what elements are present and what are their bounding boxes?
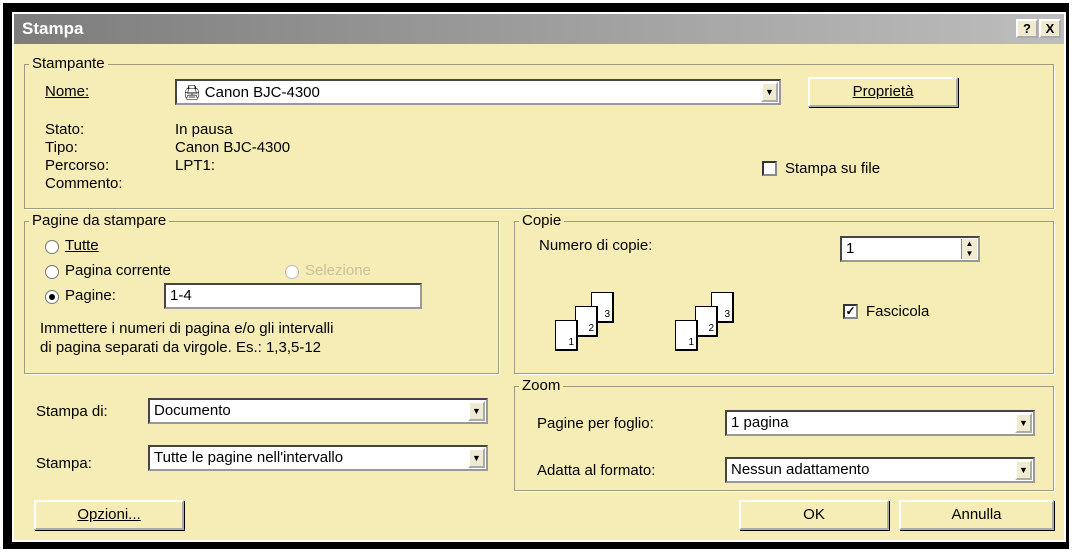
print-dialog: Stampa ? X Stampante Nome: 🖨 Canon BJC-43… xyxy=(12,12,1066,542)
all-pages-label: Tutte xyxy=(65,237,99,254)
options-button[interactable]: Opzioni... xyxy=(34,500,184,530)
chevron-down-icon[interactable]: ▼ xyxy=(1015,460,1032,480)
spinner-arrows-icon[interactable]: ▲ ▼ xyxy=(961,239,977,259)
collate-page-icon: 1 xyxy=(555,320,578,351)
title-bar: Stampa ? X xyxy=(14,14,1064,44)
type-value: Canon BJC-4300 xyxy=(175,139,291,156)
help-button[interactable]: ? xyxy=(1016,19,1038,38)
options-button-label: Opzioni... xyxy=(77,506,141,523)
close-button[interactable]: X xyxy=(1039,19,1061,38)
pages-per-sheet-select[interactable]: 1 pagina ▼ xyxy=(725,410,1035,436)
printer-group-title: Stampante xyxy=(29,55,108,72)
copies-count-input[interactable]: 1 ▲ ▼ xyxy=(840,236,980,262)
chevron-down-icon[interactable]: ▼ xyxy=(1015,413,1032,433)
pages-input[interactable]: 1-4 xyxy=(164,283,422,309)
path-label: Percorso: xyxy=(45,157,110,174)
print-what-select[interactable]: Documento ▼ xyxy=(148,398,488,424)
collate-page-icon: 2 xyxy=(695,306,718,337)
selection-label: Selezione xyxy=(305,262,371,279)
page-range-group-title: Pagine da stampare xyxy=(29,212,170,229)
collate-page-icon: 2 xyxy=(575,306,598,337)
pages-label: Pagine: xyxy=(65,287,116,304)
chevron-down-icon[interactable]: ▼ xyxy=(468,401,485,421)
print-to-file-checkbox[interactable] xyxy=(762,161,777,176)
path-value: LPT1: xyxy=(175,157,216,174)
properties-button-label: Proprietà xyxy=(852,83,914,100)
printer-name-label: Nome: xyxy=(45,83,90,100)
copies-group-title: Copie xyxy=(519,212,565,229)
print-what-label: Stampa di: xyxy=(36,403,108,420)
radio-pages[interactable] xyxy=(45,290,59,304)
collate-label: Fascicola xyxy=(866,303,930,320)
pages-hint-line2: di pagina separati da virgole. Es.: 1,3,… xyxy=(40,339,322,356)
status-label: Stato: xyxy=(45,121,85,138)
print-range-select[interactable]: Tutte le pagine nell'intervallo ▼ xyxy=(148,445,488,471)
chevron-down-icon[interactable]: ▼ xyxy=(468,448,485,468)
collate-page-icon: 1 xyxy=(675,320,698,351)
zoom-group: Zoom Pagine per foglio: 1 pagina ▼ Adatt… xyxy=(514,377,1054,491)
printer-name-select[interactable]: 🖨 Canon BJC-4300 ▼ xyxy=(175,79,781,105)
ok-button[interactable]: OK xyxy=(739,500,889,530)
comment-label: Commento: xyxy=(45,175,123,192)
printer-icon: 🖨 xyxy=(183,84,201,100)
pages-per-sheet-value: 1 pagina xyxy=(731,414,789,431)
printer-name-value: Canon BJC-4300 xyxy=(204,84,320,101)
properties-button[interactable]: Proprietà xyxy=(808,77,958,107)
fit-to-select[interactable]: Nessun adattamento ▼ xyxy=(725,457,1035,483)
page-range-group: Pagine da stampare Tutte Pagina corrente… xyxy=(24,212,499,374)
radio-all-pages[interactable] xyxy=(45,240,59,254)
printer-group: Stampante Nome: 🖨 Canon BJC-4300 ▼ Propri… xyxy=(24,55,1054,209)
window-title: Stampa xyxy=(22,19,84,38)
fit-to-label: Adatta al formato: xyxy=(537,462,656,479)
collate-checkbox[interactable]: ✓ xyxy=(843,304,858,319)
pages-per-sheet-label: Pagine per foglio: xyxy=(537,415,654,432)
current-page-label: Pagina corrente xyxy=(65,262,171,279)
print-range-value: Tutte le pagine nell'intervallo xyxy=(154,449,344,466)
pages-hint-line1: Immettere i numeri di pagina e/o gli int… xyxy=(40,320,334,337)
chevron-down-icon[interactable]: ▼ xyxy=(761,82,778,102)
fit-to-value: Nessun adattamento xyxy=(731,461,870,478)
copies-count-value: 1 xyxy=(846,240,855,257)
print-to-file-label: Stampa su file xyxy=(785,160,881,177)
copies-group: Copie Numero di copie: 1 ▲ ▼ 3 2 1 3 2 1 … xyxy=(514,212,1054,374)
radio-selection[interactable] xyxy=(285,265,299,279)
print-what-value: Documento xyxy=(154,402,231,419)
radio-current-page[interactable] xyxy=(45,265,59,279)
cancel-button[interactable]: Annulla xyxy=(899,500,1054,530)
status-value: In pausa xyxy=(175,121,233,138)
print-range-label: Stampa: xyxy=(36,455,92,472)
copies-count-label: Numero di copie: xyxy=(539,237,653,254)
zoom-group-title: Zoom xyxy=(519,377,564,394)
type-label: Tipo: xyxy=(45,139,78,156)
